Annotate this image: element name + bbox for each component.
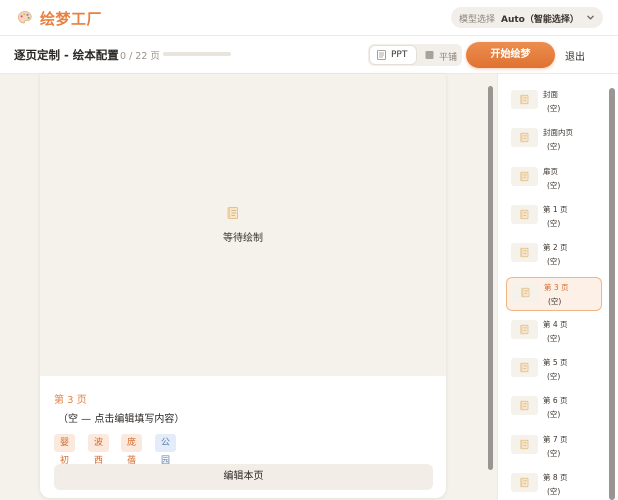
view-ppt-label: PPT [391, 50, 408, 60]
thumbnail-image [511, 473, 538, 492]
page-thumbnail[interactable]: 第 4 页 (空) [506, 315, 602, 349]
page-number: 第 3 页 [54, 395, 87, 406]
tag[interactable]: 波西 [88, 434, 110, 466]
thumbnail-title: 第 5 页 [543, 358, 568, 367]
thumbnail-status: (空) [547, 372, 561, 381]
thumbnail-image [511, 167, 538, 186]
page-thumbnail[interactable]: 第 3 页 (空) [506, 277, 602, 311]
thumbnail-title: 封面 [543, 90, 558, 99]
thumbnail-image [511, 128, 538, 147]
thumbnail-image [511, 396, 538, 415]
view-flat-label: 平铺 [439, 53, 458, 63]
model-select-value: Auto（智能选择） [501, 15, 579, 25]
thumbnail-title: 第 8 页 [543, 473, 568, 482]
progress-text: 0 / 22 页 [120, 51, 160, 62]
page-thumbnail[interactable]: 第 1 页 (空) [506, 200, 602, 234]
thumbnail-status: (空) [547, 410, 561, 419]
page-thumbnail[interactable]: 第 2 页 (空) [506, 238, 602, 272]
thumbnail-status: (空) [547, 142, 561, 151]
thumbnail-image [511, 320, 538, 339]
document-icon [377, 50, 386, 60]
page-thumbnail[interactable]: 第 5 页 (空) [506, 353, 602, 387]
edit-page-button[interactable]: 编辑本页 [54, 464, 433, 490]
preview-area: 等待绘制 第 3 页 （空 — 点击编辑填写内容） 婴初 波西 庞蓓 公园 编辑… [0, 74, 497, 500]
scroll-icon [520, 439, 529, 450]
tag[interactable]: 婴初 [54, 434, 76, 466]
page-thumbnail[interactable]: 第 6 页 (空) [506, 391, 602, 425]
page-thumbnail[interactable]: 封面 (空) [506, 85, 602, 119]
view-ppt-button[interactable]: PPT [370, 46, 416, 64]
thumbnail-status: (空) [547, 449, 561, 458]
thumbnail-title: 第 4 页 [543, 320, 568, 329]
scroll-icon [520, 477, 529, 488]
scroll-icon [520, 362, 529, 373]
tag[interactable]: 庞蓓 [121, 434, 143, 466]
thumbnail-title: 第 6 页 [543, 396, 568, 405]
scroll-icon [521, 287, 530, 298]
thumbnail-image [511, 205, 538, 224]
scroll-icon [520, 94, 529, 105]
exit-button[interactable]: 退出 [565, 48, 585, 63]
thumbnail-image [511, 435, 538, 454]
thumbnail-image [512, 283, 539, 302]
tag[interactable]: 公园 [155, 434, 177, 466]
page-title: 逐页定制 - 绘本配置 [14, 48, 119, 62]
thumbnail-status: (空) [548, 297, 562, 306]
thumbnail-image [511, 90, 538, 109]
toolbar: 逐页定制 - 绘本配置 0 / 22 页 PPT 平铺 开始绘梦 退出 [0, 36, 618, 74]
thumbnail-title: 封面内页 [543, 128, 573, 137]
view-toggle: PPT 平铺 [368, 44, 462, 66]
view-flat-button[interactable]: 平铺 [418, 46, 460, 64]
page-content-placeholder: （空 — 点击编辑填写内容） [58, 414, 185, 425]
scroll-icon [520, 400, 529, 411]
scroll-icon [227, 207, 238, 219]
thumbnail-status: (空) [547, 334, 561, 343]
thumbnail-title: 第 1 页 [543, 205, 568, 214]
page-thumbnail-list: 封面 (空) 封面内页 (空) 扉页 (空) 第 1 页 (空) 第 2 页 (空) 第 3 页 (空… [497, 74, 618, 500]
thumbnail-image [511, 243, 538, 262]
thumbnail-status: (空) [547, 219, 561, 228]
thumbnail-title: 第 7 页 [543, 435, 568, 444]
page-thumbnail[interactable]: 第 7 页 (空) [506, 430, 602, 464]
scroll-icon [520, 209, 529, 220]
start-button[interactable]: 开始绘梦 [466, 42, 555, 68]
thumbnail-status: (空) [547, 181, 561, 190]
progress-bar [163, 52, 231, 56]
thumbnail-status: (空) [547, 487, 561, 496]
scroll-icon [520, 171, 529, 182]
thumbnail-status: (空) [547, 257, 561, 266]
page-thumbnail[interactable]: 第 8 页 (空) [506, 468, 602, 500]
page-thumbnail[interactable]: 封面内页 (空) [506, 123, 602, 157]
top-bar: 绘梦工厂 模型选择 Auto（智能选择） [0, 0, 618, 36]
grid-icon [425, 51, 434, 59]
thumbnail-title: 第 2 页 [543, 243, 568, 252]
sidebar-scrollbar[interactable] [609, 88, 615, 500]
scroll-icon [520, 247, 529, 258]
waiting-text: 等待绘制 [223, 233, 263, 244]
model-select[interactable]: 模型选择 Auto（智能选择） [451, 7, 603, 28]
scroll-icon [520, 132, 529, 143]
thumbnail-image [511, 358, 538, 377]
scroll-icon [520, 324, 529, 335]
canvas-placeholder: 等待绘制 [40, 74, 446, 376]
thumbnail-title: 扉页 [543, 167, 558, 176]
chevron-down-icon [587, 15, 594, 20]
model-select-label: 模型选择 [459, 15, 496, 25]
page-card: 等待绘制 第 3 页 （空 — 点击编辑填写内容） 婴初 波西 庞蓓 公园 编辑… [40, 74, 446, 498]
page-thumbnail[interactable]: 扉页 (空) [506, 162, 602, 196]
palette-icon [18, 11, 32, 24]
thumbnail-status: (空) [547, 104, 561, 113]
app-title: 绘梦工厂 [40, 10, 103, 28]
thumbnail-title: 第 3 页 [544, 283, 569, 292]
main-scrollbar[interactable] [488, 86, 493, 470]
